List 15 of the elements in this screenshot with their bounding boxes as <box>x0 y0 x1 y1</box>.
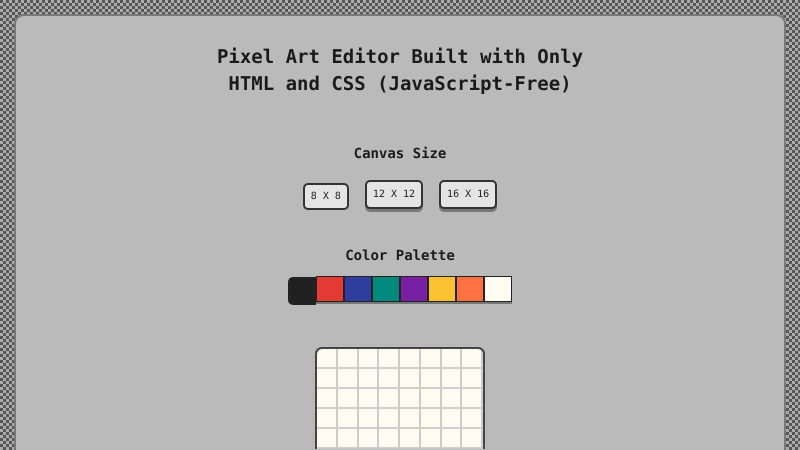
pixel-grid[interactable] <box>315 347 485 449</box>
canvas-size-button[interactable]: 16 X 16 <box>439 180 498 209</box>
color-swatch[interactable] <box>372 276 400 302</box>
color-swatch[interactable] <box>484 276 512 302</box>
canvas-size-button[interactable]: 12 X 12 <box>364 180 424 209</box>
color-swatch[interactable] <box>428 276 456 302</box>
page-title: Pixel Art Editor Built with Only HTML and CSS (JavaScript-Free) <box>216 45 584 97</box>
section-heading: Canvas Size <box>354 146 446 162</box>
color-swatch[interactable] <box>316 276 344 302</box>
color-swatch[interactable] <box>344 276 372 302</box>
color-swatch[interactable] <box>400 276 428 302</box>
color-swatch[interactable] <box>456 276 484 302</box>
canvas-size-button[interactable]: 8 X 8 <box>302 183 349 210</box>
section-heading: Color Palette <box>345 248 455 264</box>
color-swatch[interactable] <box>288 277 316 305</box>
